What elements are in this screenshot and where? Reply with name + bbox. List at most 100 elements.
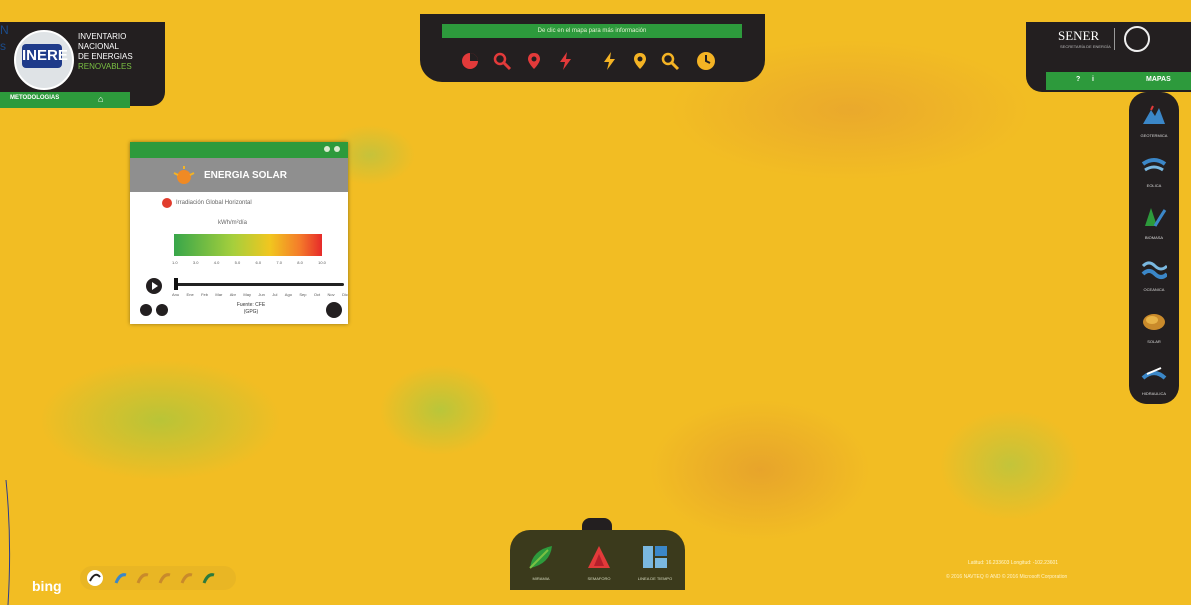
sidebar-item-solar[interactable]: SOLAR [1129,302,1179,352]
copyright: © 2016 NAVTEQ © AND © 2016 Microsoft Cor… [946,574,1068,580]
scale-tick: 1.0 [172,260,178,265]
divider [1114,28,1115,50]
clock-icon[interactable] [696,51,716,71]
methodology-bar: METODOLOGIAS ⌂ [0,92,130,108]
search-icon[interactable] [660,51,680,71]
logo-text: INVENTARIO NACIONAL DE ENERGIAS RENOVABL… [78,32,133,72]
month-label[interactable]: Feb [201,292,208,297]
month-label[interactable]: Anu [172,292,179,297]
info-button[interactable]: i [1092,76,1094,83]
energy-sidebar: GEOTERMICA EOLICA BIOMASA OCEANICA SOLAR… [1129,92,1179,404]
dock-item-semaforo[interactable]: SEMAFORO [576,538,622,586]
hydro-icon [1141,367,1167,380]
sidebar-item-biomasa[interactable]: BIOMASA [1129,198,1179,248]
sidebar-item-label: OCEANICA [1143,287,1165,292]
bing-logo: bing [32,578,62,594]
minimize-button[interactable] [324,146,330,152]
color-scale [174,234,322,256]
inere-logo[interactable]: INERE [22,44,68,68]
toolbar: De clic en el mapa para más información [420,14,765,82]
month-label[interactable]: Ene [187,292,194,297]
dock-item-label: LINEA DE TIEMPO [637,576,673,581]
sun-icon [173,166,195,184]
layer-3-icon[interactable] [136,571,150,585]
scale-tick: 5.0 [234,260,241,265]
maps-bar: ? i MAPAS [1046,72,1191,90]
close-button[interactable] [334,146,340,152]
month-label[interactable]: Jun [258,292,264,297]
maps-button[interactable]: MAPAS [1146,76,1171,83]
scale-ticks: 1.0 3.0 4.0 5.0 6.0 7.0 8.0 10.0 [172,260,326,265]
methodology-link[interactable]: METODOLOGIAS [10,95,59,101]
sidebar-item-hidraulica[interactable]: HIDRAULICA [1129,354,1179,404]
month-label[interactable]: Sep [299,292,306,297]
solar-energy-panel: ENERGIA SOLAR Irradiación Global Horizon… [130,142,348,324]
scale-tick: 10.0 [318,260,326,265]
back-button[interactable] [326,302,342,318]
pie-chart-icon[interactable] [460,51,480,71]
coordinates-readout: Latitud: 16.233603 Longitud: -102.23601 [968,560,1059,566]
mexico-seal-icon [1124,26,1150,52]
unit-label: kWh/m²día [218,220,248,226]
irradiation-icon [162,198,172,208]
sidebar-item-label: GEOTERMICA [1140,133,1168,138]
triangle-icon [588,546,610,568]
sidebar-item-geotermica[interactable]: GEOTERMICA [1129,96,1179,146]
logo-line-2: NACIONAL [78,42,119,51]
source-line: Fuente: CFE [236,302,266,308]
scale-tick: 7.0 [276,260,282,265]
month-slider[interactable] [174,283,344,286]
sidebar-item-label: HIDRAULICA [1141,391,1167,396]
leaf-icon [529,546,552,569]
layer-1-icon[interactable] [86,569,104,587]
dock-item-label: MIRAMIA [532,576,550,581]
location-pin-icon[interactable] [630,51,650,71]
download-button[interactable] [140,304,152,316]
location-pin-icon[interactable] [524,51,544,71]
layer-5-icon[interactable] [180,571,194,585]
month-label[interactable]: Ago [285,292,292,297]
layer-selector [80,566,236,590]
layer-4-icon[interactable] [158,571,172,585]
wind-icon [1141,158,1167,172]
biomass-icon [1145,208,1167,227]
layer-2-icon[interactable] [114,571,128,585]
slider-handle[interactable] [174,278,178,290]
cut-off-text: N s [0,23,9,53]
dock-item-label: SEMAFORO [587,576,611,581]
logo-line-3: DE ENERGIAS [78,52,133,61]
source-text: Fuente: CFE (GPG) [206,302,296,316]
month-label[interactable]: May [243,292,251,297]
panel-title-bar: ENERGIA SOLAR [130,158,348,192]
month-label[interactable]: Dic [342,292,348,297]
home-icon[interactable]: ⌂ [98,94,108,104]
lightning-icon[interactable] [600,51,620,71]
geothermal-icon [1143,105,1165,124]
month-label[interactable]: Mar [215,292,222,297]
grid-icon [643,546,667,568]
logo-line-1: INVENTARIO [78,32,127,41]
sidebar-item-eolica[interactable]: EOLICA [1129,146,1179,196]
dock-item-miramia[interactable]: MIRAMIA [518,538,564,586]
dock-item-timeline[interactable]: LINEA DE TIEMPO [632,538,678,586]
month-label[interactable]: Oct [314,292,320,297]
panel-header [130,142,348,158]
sidebar-item-label: EOLICA [1146,183,1162,188]
layer-subtitle: Irradiación Global Horizontal [176,200,252,206]
info-banner: De clic en el mapa para más información [442,24,742,38]
panel-title: ENERGIA SOLAR [204,170,287,181]
month-label[interactable]: Jul [272,292,277,297]
solar-icon [1143,314,1165,330]
scale-tick: 3.0 [192,260,199,265]
layer-6-icon[interactable] [202,571,216,585]
help-button[interactable]: ? [1076,76,1080,83]
search-icon[interactable] [492,51,512,71]
link-button[interactable] [156,304,168,316]
month-label[interactable]: Nov [328,292,335,297]
sidebar-item-oceanica[interactable]: OCEANICA [1129,250,1179,300]
play-button[interactable] [146,278,162,294]
month-labels: Anu Ene Feb Mar Abr May Jun Jul Ago Sep … [172,292,348,297]
month-label[interactable]: Abr [230,292,236,297]
lightning-icon[interactable] [556,51,576,71]
scale-tick: 8.0 [297,260,303,265]
